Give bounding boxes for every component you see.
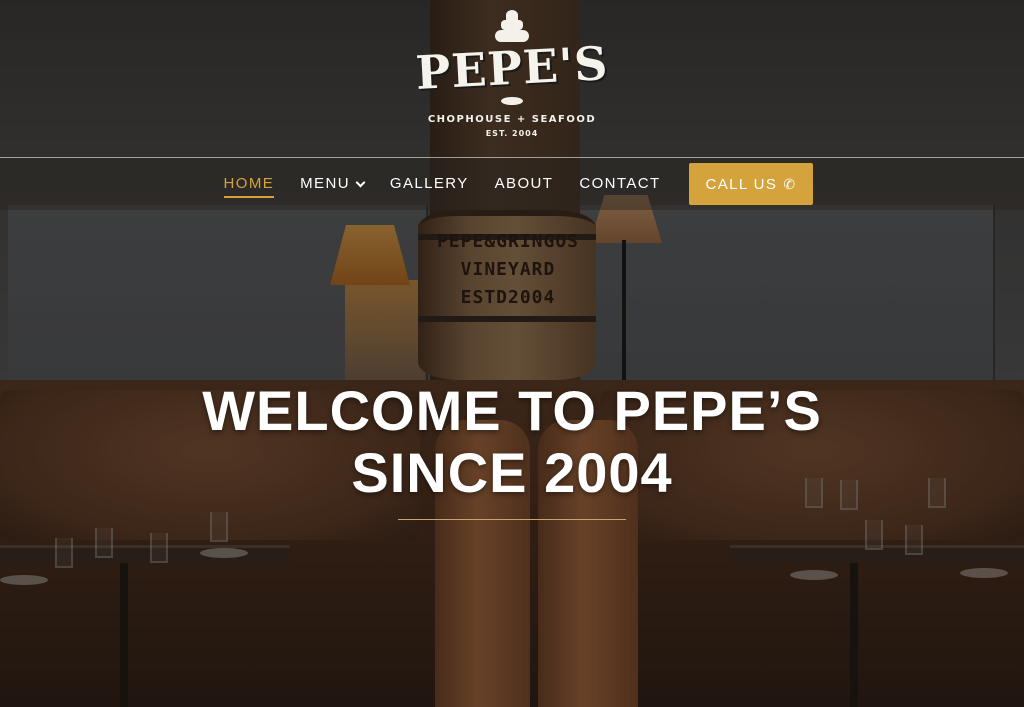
main-nav: HOME MENU GALLERY ABOUT CONTACT CALL US … [0, 158, 1024, 210]
call-us-label: CALL US [705, 175, 778, 193]
nav-item-contact[interactable]: CONTACT [566, 158, 673, 210]
nav-item-label: GALLERY [389, 175, 469, 192]
logo-established: EST. 2004 [485, 129, 539, 138]
site-logo[interactable]: PEPE'S CHOPHOUSE + SEAFOOD EST. 2004 [414, 8, 610, 146]
fish-icon [501, 97, 523, 105]
logo-subtitle: CHOPHOUSE + SEAFOOD [427, 114, 597, 125]
chevron-down-icon [355, 177, 366, 187]
hero-divider [398, 519, 626, 520]
nav-item-label: ABOUT [494, 175, 554, 192]
hero-title: WELCOME TO PEPE’S SINCE 2004 [0, 380, 1024, 504]
nav-item-gallery[interactable]: GALLERY [377, 158, 482, 210]
nav-item-about[interactable]: ABOUT [482, 158, 567, 210]
nav-item-label: CONTACT [579, 175, 661, 192]
nav-item-label: MENU [300, 175, 350, 192]
nav-item-home[interactable]: HOME [211, 158, 288, 210]
active-underline [223, 196, 275, 198]
hero-title-line1: WELCOME TO PEPE’S [202, 379, 822, 442]
main-navbar: HOME MENU GALLERY ABOUT CONTACT CALL US … [0, 158, 1024, 210]
hero-title-line2: SINCE 2004 [351, 441, 673, 504]
nav-item-menu[interactable]: MENU [287, 158, 377, 210]
nav-item-label: HOME [223, 175, 275, 192]
logo-title: PEPE'S [414, 35, 610, 101]
call-us-button[interactable]: CALL US ✆ [688, 163, 814, 205]
phone-icon: ✆ [783, 175, 797, 192]
